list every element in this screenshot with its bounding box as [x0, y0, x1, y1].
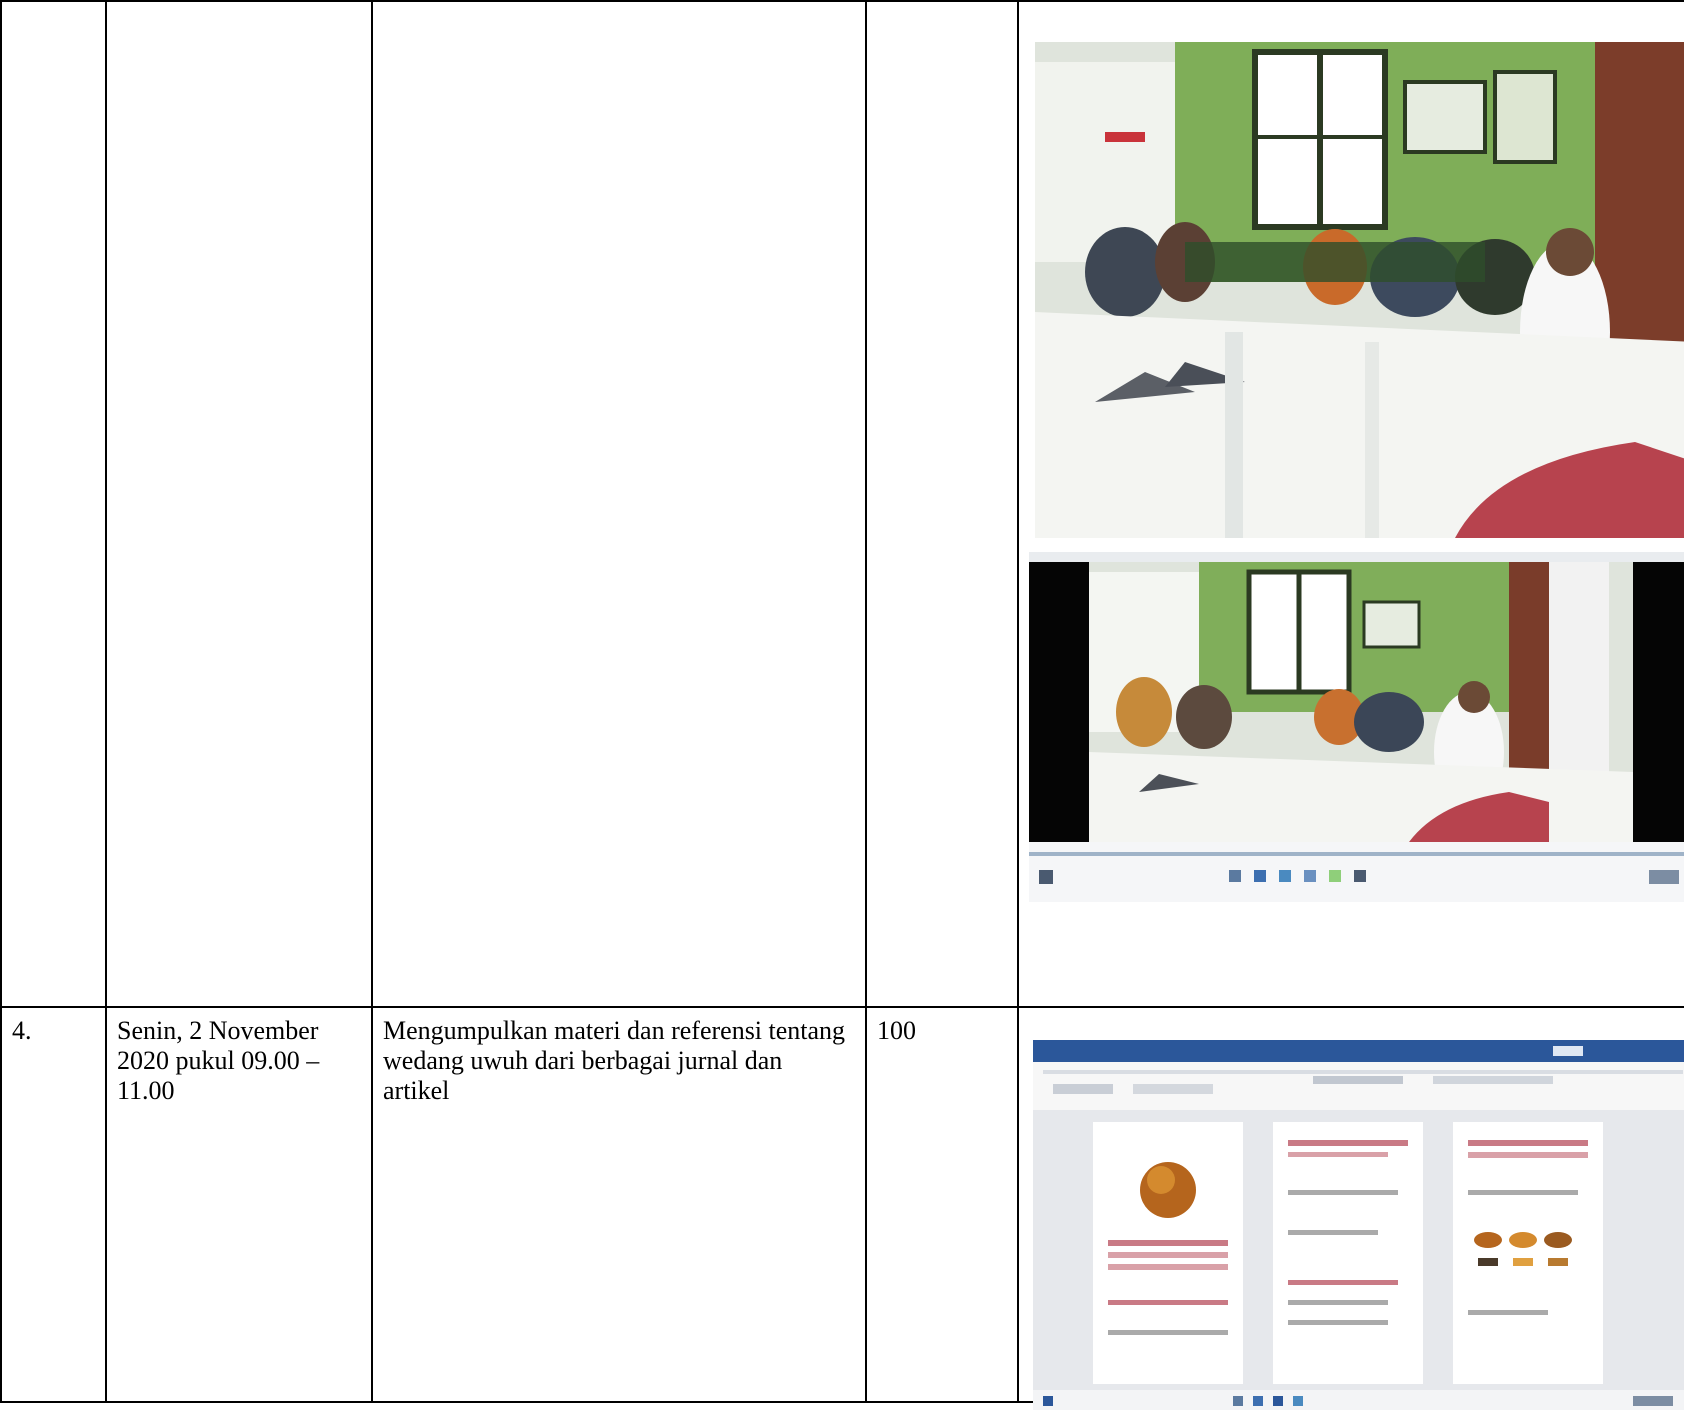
photo-mosque-gathering [1035, 42, 1684, 538]
cell-minutes [865, 0, 1019, 1008]
cell-activity [371, 0, 867, 1008]
table-row: 4. Senin, 2 November 2020 pukul 09.00 – … [0, 1006, 1684, 1410]
cell-minutes: 100 [865, 1006, 1019, 1403]
cell-evidence [1017, 1006, 1684, 1410]
cell-date [105, 0, 373, 1008]
photo-mosque-gathering-video-player [1029, 552, 1684, 902]
cell-number: 4. [0, 1006, 107, 1403]
cell-number [0, 0, 107, 1008]
cell-evidence [1017, 0, 1684, 1008]
table-row [0, 0, 1684, 1008]
activity-log-table: 4. Senin, 2 November 2020 pukul 09.00 – … [0, 0, 1684, 1410]
cell-activity: Mengumpulkan materi dan referensi tentan… [371, 1006, 867, 1403]
cell-date: Senin, 2 November 2020 pukul 09.00 – 11.… [105, 1006, 373, 1403]
screenshot-word-document [1033, 1040, 1684, 1410]
